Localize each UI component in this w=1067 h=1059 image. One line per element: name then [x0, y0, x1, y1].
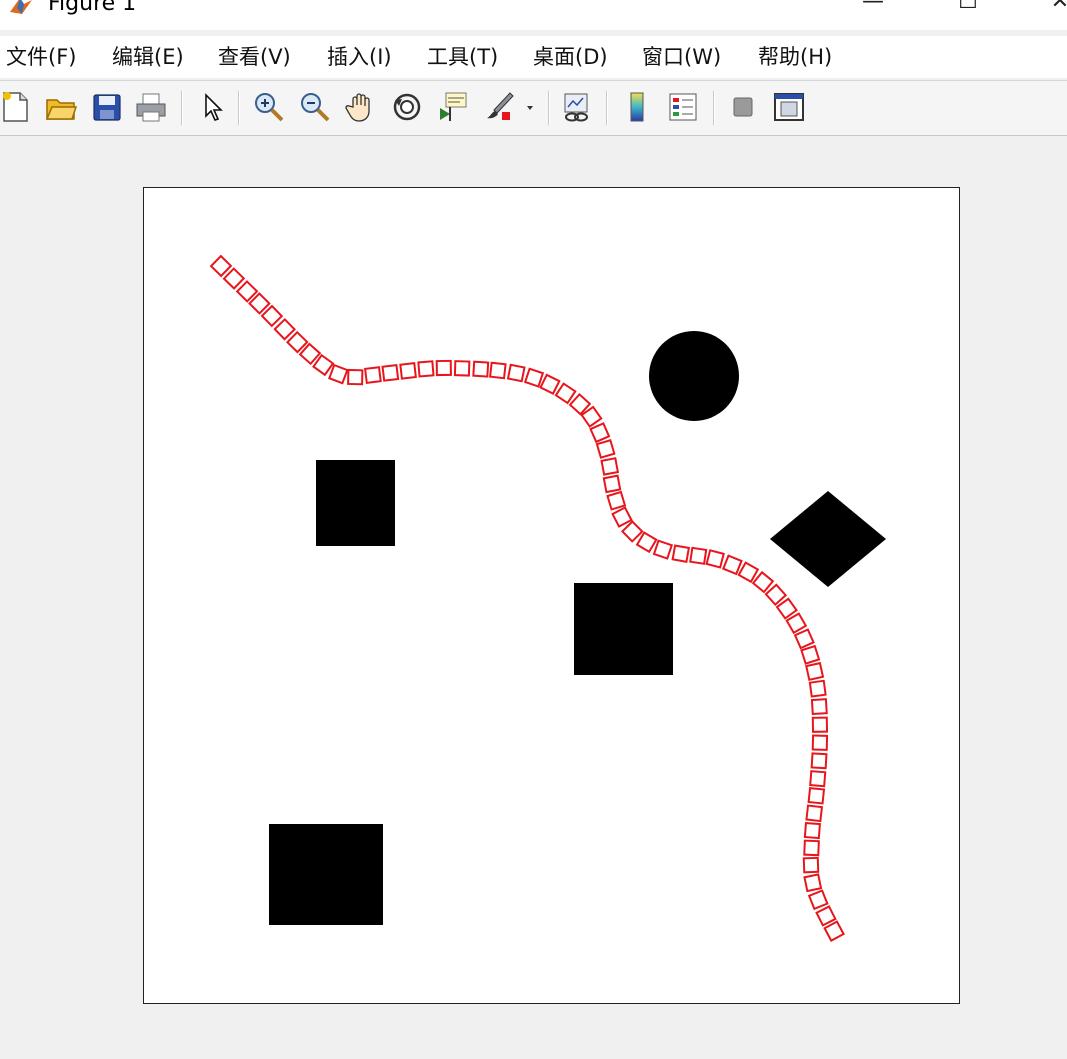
menu-insert[interactable]: 插入(I)	[327, 44, 392, 70]
path-marker	[737, 561, 760, 584]
path-marker	[705, 549, 725, 569]
menu-tools[interactable]: 工具(T)	[427, 44, 498, 70]
toolbar-separator	[548, 91, 550, 125]
title-bar: Figure 1 — ☐ ✕	[0, 0, 1067, 30]
path-marker	[364, 366, 382, 384]
path-marker	[523, 367, 545, 388]
print-icon[interactable]	[134, 90, 168, 124]
path-marker	[472, 360, 490, 378]
obstacle-diamond	[770, 491, 886, 587]
path-marker	[793, 628, 815, 650]
path-marker	[808, 679, 827, 698]
path-marker	[803, 821, 821, 840]
path-marker	[620, 520, 644, 543]
path-marker	[554, 382, 577, 405]
menu-desktop[interactable]: 桌面(D)	[533, 44, 608, 70]
toolbar-separator	[606, 91, 608, 125]
path-marker	[671, 544, 691, 563]
path-marker	[327, 363, 349, 385]
path-marker	[807, 889, 829, 911]
obstacle-square-3	[269, 824, 383, 925]
path-marker	[611, 506, 633, 528]
data-cursor-icon[interactable]	[436, 90, 470, 124]
path-marker	[506, 363, 526, 383]
select-arrow-icon[interactable]	[196, 90, 230, 124]
path-marker	[803, 873, 823, 893]
path-marker	[815, 905, 837, 927]
plot-axes[interactable]	[143, 187, 960, 1004]
path-marker	[273, 317, 296, 341]
path-marker	[811, 734, 829, 751]
path-marker	[810, 752, 828, 770]
path-marker	[539, 373, 561, 395]
matlab-logo-icon	[8, 0, 34, 16]
path-marker	[209, 254, 233, 278]
window-title: Figure 1	[48, 0, 137, 16]
minimize-button[interactable]: —	[853, 0, 893, 14]
path-marker	[602, 474, 622, 494]
new-figure-icon[interactable]	[0, 90, 34, 124]
brush-icon[interactable]	[482, 90, 516, 124]
path-marker	[222, 267, 246, 290]
path-marker	[489, 361, 507, 380]
open-file-icon[interactable]	[44, 90, 78, 124]
show-plot-tools-icon[interactable]	[772, 90, 806, 124]
brush-dropdown-icon[interactable]	[522, 90, 538, 124]
menu-edit[interactable]: 编辑(E)	[112, 44, 184, 70]
obstacle-circle	[649, 331, 739, 421]
rotate-3d-icon[interactable]	[390, 90, 424, 124]
path-marker	[453, 360, 471, 377]
close-button[interactable]: ✕	[1040, 0, 1067, 14]
menu-bar: 文件(F) 编辑(E) 查看(V) 插入(I) 工具(T) 桌面(D) 窗口(W…	[0, 36, 1067, 78]
path-marker	[805, 661, 825, 682]
path-marker	[635, 531, 658, 554]
save-icon[interactable]	[90, 90, 124, 124]
zoom-out-icon[interactable]	[298, 90, 332, 124]
path-marker	[751, 570, 775, 594]
path-marker	[802, 856, 820, 874]
path-marker	[600, 457, 620, 476]
path-marker	[823, 920, 845, 942]
toolbar-separator	[238, 91, 240, 125]
path-marker	[399, 362, 417, 380]
legend-icon[interactable]	[666, 90, 700, 124]
zoom-in-icon[interactable]	[252, 90, 286, 124]
path-marker	[721, 554, 743, 576]
path-marker	[785, 612, 808, 635]
hide-plot-tools-icon[interactable]	[726, 90, 760, 124]
figure-toolbar	[0, 80, 1067, 136]
colorbar-icon[interactable]	[620, 90, 654, 124]
path-marker	[807, 786, 826, 805]
path-marker	[347, 368, 364, 386]
path-marker	[435, 359, 452, 377]
path-marker	[589, 422, 611, 444]
path-marker	[652, 539, 674, 560]
obstacle-square-1	[316, 460, 395, 546]
path-marker	[689, 546, 708, 565]
obstacle-square-2	[574, 583, 673, 675]
path-marker	[810, 698, 828, 716]
path-marker	[803, 839, 820, 857]
menu-file[interactable]: 文件(F)	[6, 44, 76, 70]
menu-window[interactable]: 窗口(W)	[642, 44, 721, 70]
path-marker	[800, 644, 821, 665]
path-marker	[606, 490, 627, 511]
path-marker	[764, 583, 788, 607]
plot-svg	[209, 254, 886, 942]
pan-hand-icon[interactable]	[344, 90, 378, 124]
menu-view[interactable]: 查看(V)	[218, 44, 291, 70]
maximize-button[interactable]: ☐	[948, 0, 988, 14]
toolbar-separator	[713, 91, 715, 125]
path-marker	[381, 364, 400, 382]
path-marker	[417, 360, 435, 378]
path-marker	[811, 716, 829, 733]
path-marker	[809, 770, 827, 788]
toolbar-separator	[181, 91, 183, 125]
path-marker	[595, 439, 616, 459]
link-plot-icon[interactable]	[560, 90, 594, 124]
path-marker	[805, 804, 824, 823]
menu-help[interactable]: 帮助(H)	[758, 44, 832, 70]
